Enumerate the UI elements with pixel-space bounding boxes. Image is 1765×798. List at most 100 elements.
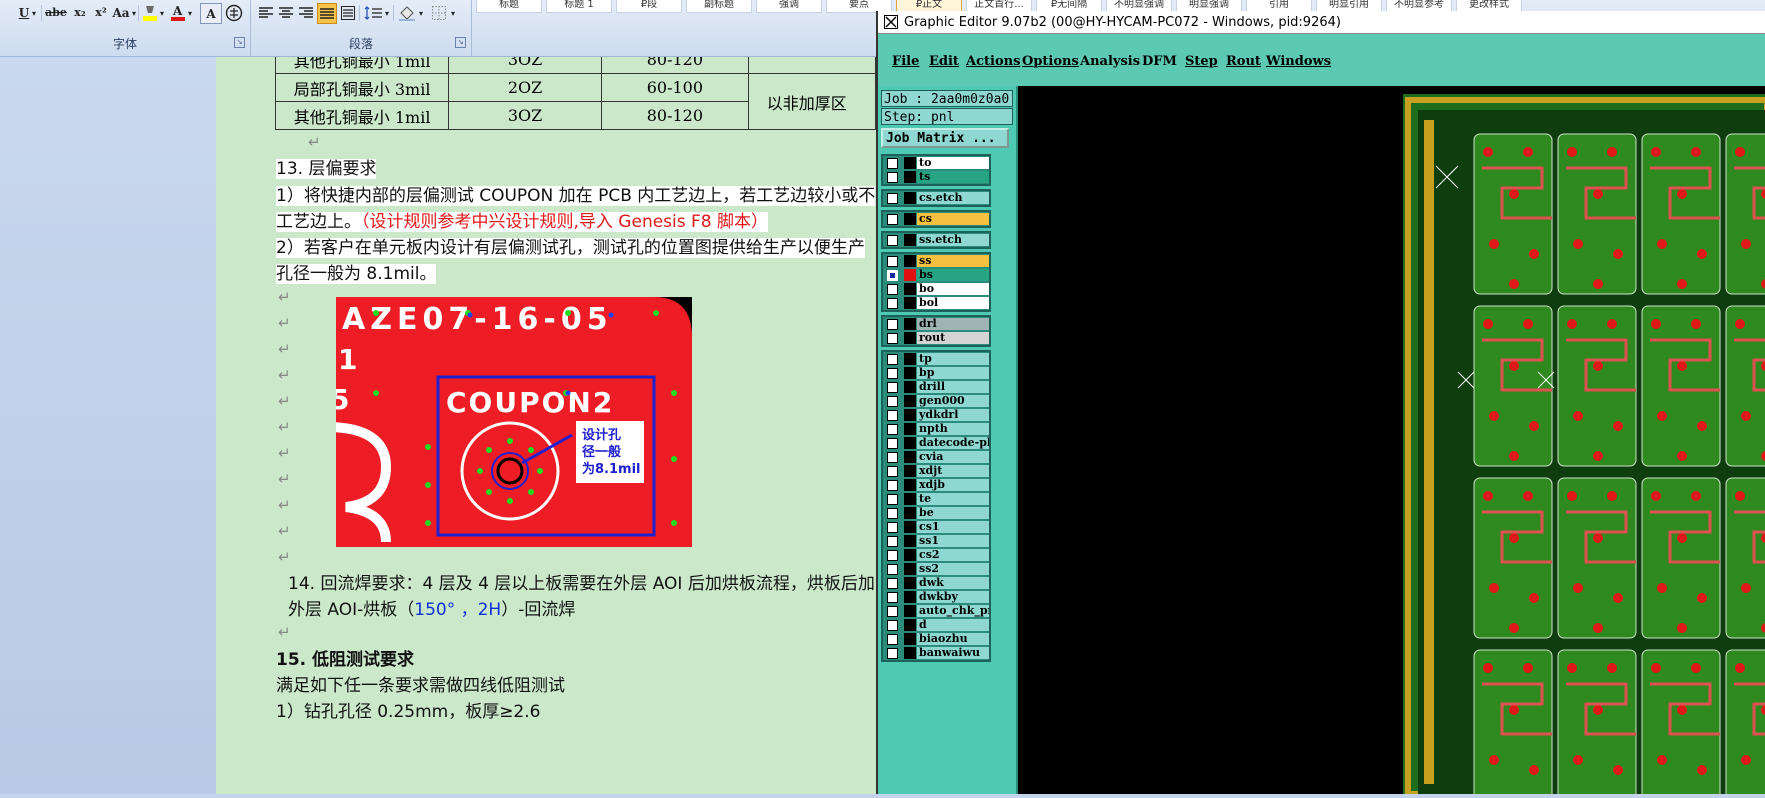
layer-name[interactable]: ss	[917, 255, 989, 267]
layer-color-swatch[interactable]	[904, 283, 916, 295]
layer-color-swatch[interactable]	[904, 605, 916, 617]
layer-color-swatch[interactable]	[904, 395, 916, 407]
layer-row-rout[interactable]: rout	[883, 331, 989, 345]
layer-name[interactable]: cs	[917, 213, 989, 225]
layer-row-biaozhu[interactable]: biaozhu	[883, 632, 989, 646]
layer-row-d[interactable]: d	[883, 618, 989, 632]
layer-name[interactable]: ydkdrl	[917, 409, 989, 421]
layer-color-swatch[interactable]	[904, 157, 916, 169]
change-case-button[interactable]: Aa	[112, 3, 130, 22]
layer-color-swatch[interactable]	[904, 493, 916, 505]
layer-checkbox[interactable]	[887, 367, 898, 379]
layer-row-drl[interactable]: drl	[883, 317, 989, 331]
style-item[interactable]: 强调	[756, 0, 822, 13]
layer-name[interactable]: banwaiwu	[917, 647, 989, 659]
font-color-button[interactable]: A	[170, 3, 186, 22]
menu-dfm[interactable]: DFM	[1142, 54, 1177, 69]
distributed-button[interactable]	[339, 3, 357, 22]
layer-row-ss[interactable]: ss	[883, 254, 989, 268]
menu-step[interactable]: Step	[1185, 54, 1218, 69]
menu-edit[interactable]: Edit	[929, 54, 959, 69]
layer-color-swatch[interactable]	[904, 647, 916, 659]
layer-checkbox[interactable]	[887, 297, 898, 309]
layer-row-npth[interactable]: npth	[883, 422, 989, 436]
menu-analysis[interactable]: Analysis	[1080, 54, 1140, 69]
layer-checkbox[interactable]	[887, 332, 898, 344]
layer-color-swatch[interactable]	[904, 318, 916, 330]
layer-name[interactable]: ss2	[917, 563, 989, 575]
layer-checkbox[interactable]	[887, 381, 898, 393]
justify-button[interactable]	[317, 3, 337, 24]
layer-checkbox[interactable]	[887, 577, 898, 589]
layer-color-swatch[interactable]	[904, 409, 916, 421]
layer-row-dwk[interactable]: dwk	[883, 576, 989, 590]
graphic-editor-titlebar[interactable]: Graphic Editor 9.07b2 (00@HY-HYCAM-PC072…	[878, 11, 1765, 34]
style-item[interactable]: 标题 1	[546, 0, 612, 13]
layer-name[interactable]: cs.etch	[917, 192, 989, 204]
layer-checkbox[interactable]	[887, 507, 898, 519]
layer-row-bol[interactable]: bol	[883, 296, 989, 310]
layer-checkbox[interactable]	[887, 234, 898, 246]
layer-row-tp[interactable]: tp	[883, 352, 989, 366]
layer-row-auto_chk_pn[interactable]: auto_chk_pn	[883, 604, 989, 618]
layer-row-ts[interactable]: ts	[883, 170, 989, 184]
style-item[interactable]: 副标题	[686, 0, 752, 13]
layer-row-bp[interactable]: bp	[883, 366, 989, 380]
layer-row-gen000[interactable]: gen000	[883, 394, 989, 408]
layer-name[interactable]: te	[917, 493, 989, 505]
layer-name[interactable]: be	[917, 507, 989, 519]
borders-dropdown-icon[interactable]: ▾	[449, 3, 457, 22]
highlight-button[interactable]	[142, 3, 158, 22]
layer-checkbox[interactable]	[887, 255, 898, 267]
layer-checkbox[interactable]	[887, 213, 898, 225]
layer-name[interactable]: ts	[917, 171, 989, 183]
font-color-dropdown-icon[interactable]: ▾	[186, 3, 194, 22]
menu-rout[interactable]: Rout	[1226, 54, 1261, 69]
layer-checkbox[interactable]	[887, 549, 898, 561]
layer-color-swatch[interactable]	[904, 423, 916, 435]
style-item[interactable]: 标题	[476, 0, 542, 13]
strikethrough-button[interactable]: abe	[45, 3, 67, 22]
layer-color-swatch[interactable]	[904, 171, 916, 183]
layer-color-swatch[interactable]	[904, 633, 916, 645]
layer-color-swatch[interactable]	[904, 479, 916, 491]
layer-name[interactable]: drill	[917, 381, 989, 393]
layer-name[interactable]: tp	[917, 353, 989, 365]
layer-row-bs[interactable]: bs	[883, 268, 989, 282]
layer-checkbox[interactable]	[887, 563, 898, 575]
graphic-canvas[interactable]	[1018, 86, 1765, 798]
layer-row-cs1[interactable]: cs1	[883, 520, 989, 534]
layer-color-swatch[interactable]	[904, 521, 916, 533]
layer-name[interactable]: bp	[917, 367, 989, 379]
layer-color-swatch[interactable]	[904, 549, 916, 561]
layer-name[interactable]: dwk	[917, 577, 989, 589]
layer-name[interactable]: npth	[917, 423, 989, 435]
layer-checkbox[interactable]	[887, 465, 898, 477]
layer-row-cs2[interactable]: cs2	[883, 548, 989, 562]
layer-name[interactable]: rout	[917, 332, 989, 344]
shading-dropdown-icon[interactable]: ▾	[417, 3, 425, 22]
layer-name[interactable]: dwkby	[917, 591, 989, 603]
layer-row-datecode-pbe[interactable]: datecode-pbe	[883, 436, 989, 450]
layer-checkbox[interactable]	[887, 479, 898, 491]
layer-color-swatch[interactable]	[904, 234, 916, 246]
layer-row-be[interactable]: be	[883, 506, 989, 520]
enclose-characters-button[interactable]	[224, 3, 244, 22]
layer-name[interactable]: cs1	[917, 521, 989, 533]
layer-row-to[interactable]: to	[883, 156, 989, 170]
layer-color-swatch[interactable]	[904, 297, 916, 309]
layer-checkbox[interactable]	[887, 395, 898, 407]
style-item[interactable]: ₽段	[616, 0, 682, 13]
layer-row-bo[interactable]: bo	[883, 282, 989, 296]
layer-name[interactable]: cvia	[917, 451, 989, 463]
paragraph-dialog-launcher-icon[interactable]: ↘	[455, 37, 466, 48]
layer-name[interactable]: bo	[917, 283, 989, 295]
layer-name[interactable]: ss.etch	[917, 234, 989, 246]
layer-row-te[interactable]: te	[883, 492, 989, 506]
layer-checkbox[interactable]	[887, 521, 898, 533]
menu-file[interactable]: File	[892, 54, 919, 69]
layer-color-swatch[interactable]	[904, 381, 916, 393]
layer-name[interactable]: d	[917, 619, 989, 631]
layer-checkbox[interactable]	[887, 619, 898, 631]
menu-options[interactable]: Options	[1022, 54, 1079, 69]
